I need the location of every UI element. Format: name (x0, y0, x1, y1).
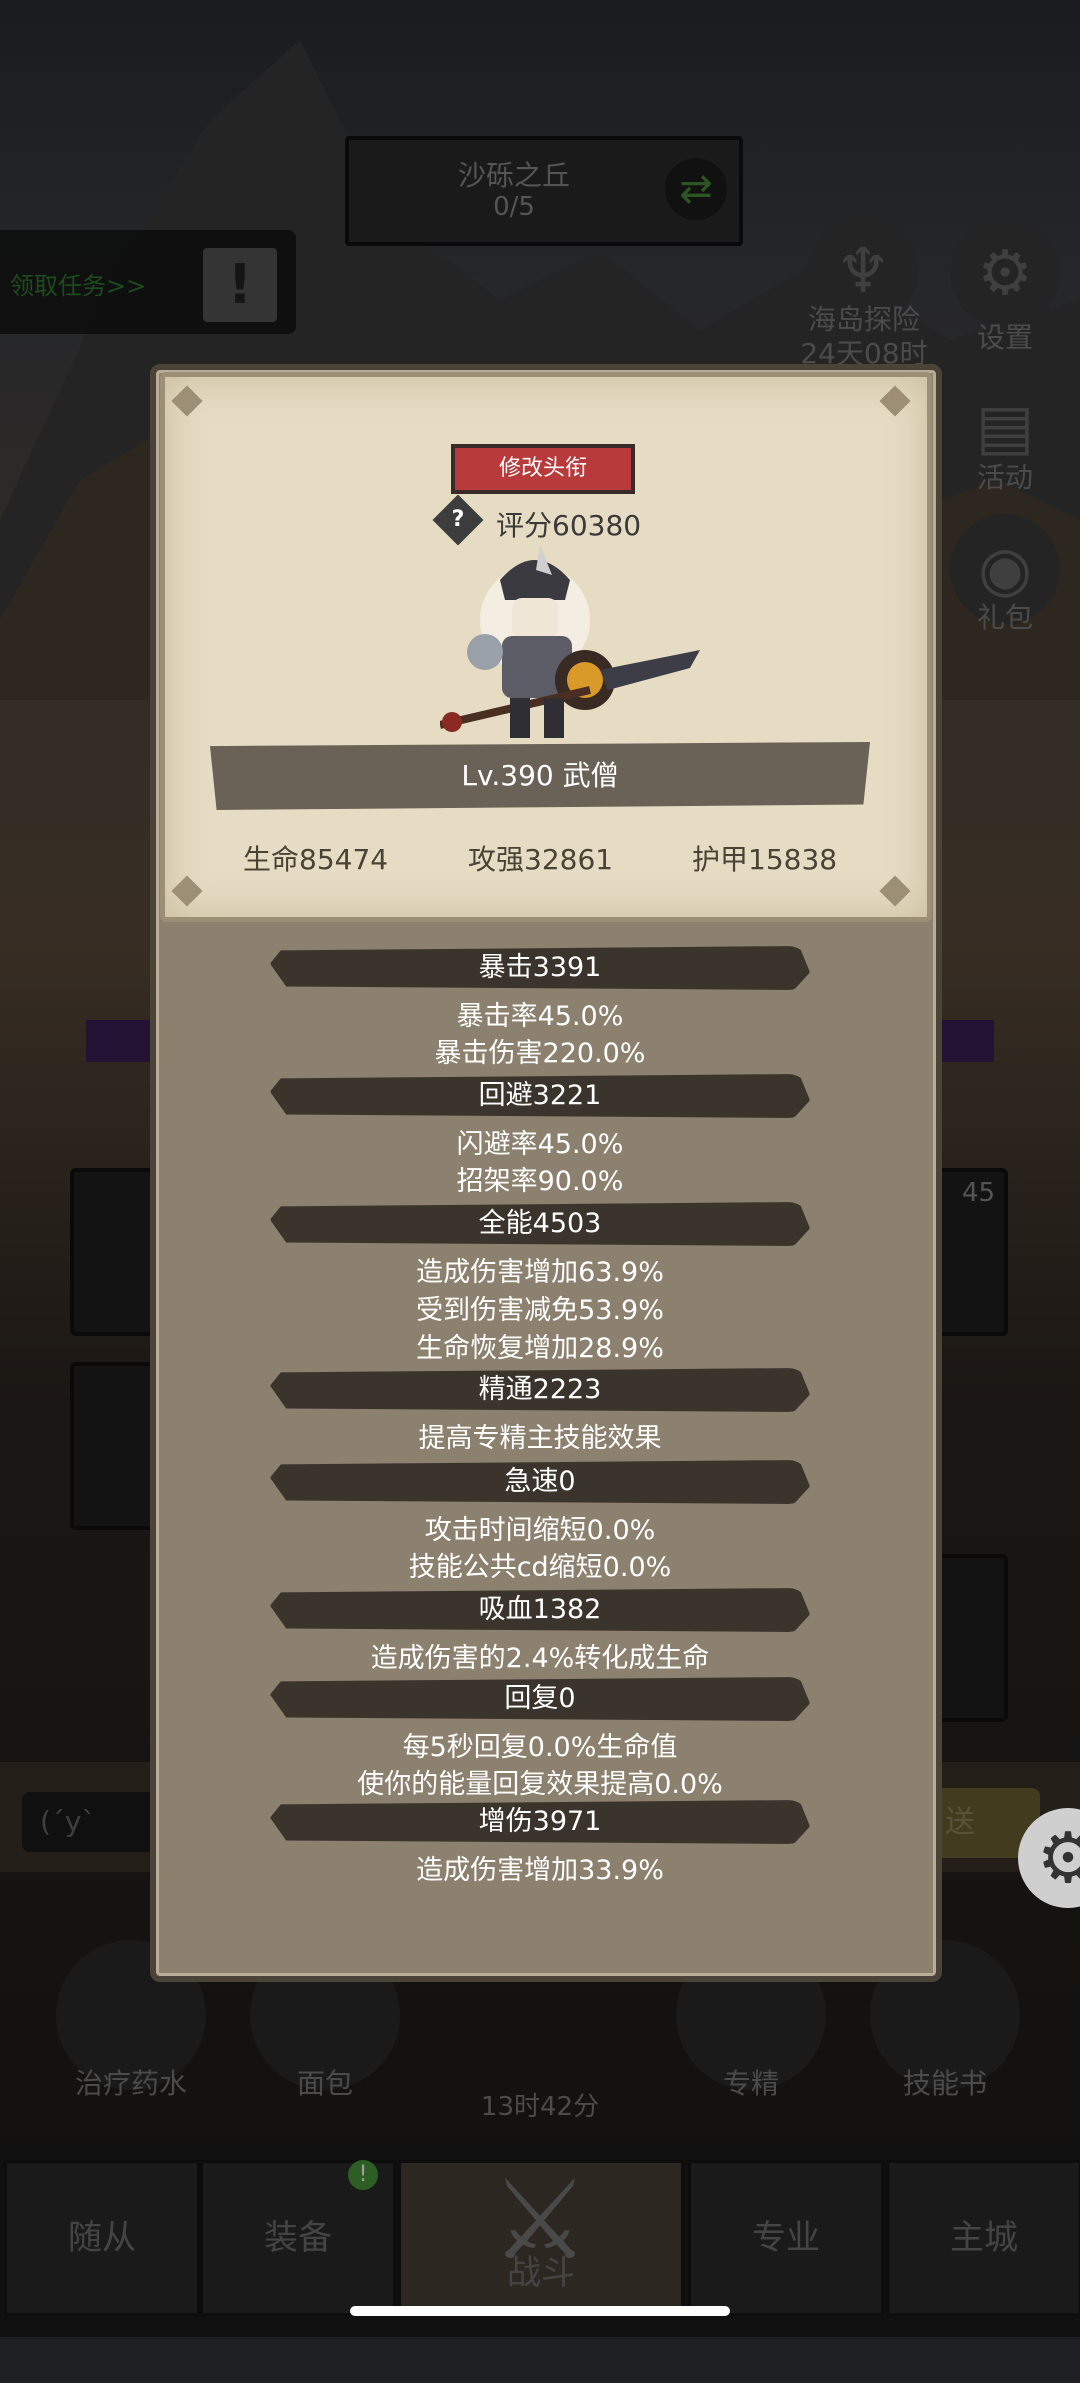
stat-line: 攻击时间缩短0.0% (424, 1515, 656, 1546)
stat-line: 每5秒回复0.0%生命值 (402, 1732, 678, 1763)
versatility-header: 全能4503 (270, 1202, 810, 1246)
hp-stat: 生命85474 (243, 843, 389, 876)
armor-stat: 护甲15838 (692, 843, 838, 876)
stat-line: 暴击率45.0% (456, 1001, 624, 1032)
haste-header: 急速0 (270, 1460, 810, 1504)
stat-line: 闪避率45.0% (456, 1129, 624, 1160)
lifesteal-header: 吸血1382 (270, 1588, 810, 1632)
stat-line: 造成伤害增加63.9% (416, 1257, 664, 1288)
change-title-button[interactable]: 修改头衔 (451, 444, 635, 494)
level-class-bar: Lv.390 武僧 (210, 742, 870, 810)
crit-header: 暴击3391 (270, 946, 810, 990)
damage-bonus-header: 增伤3971 (270, 1800, 810, 1844)
attack-stat: 攻强32861 (468, 843, 614, 876)
stat-line: 造成伤害的2.4%转化成生命 (370, 1643, 710, 1674)
hero-avatar (440, 545, 700, 738)
stat-line: 造成伤害增加33.9% (416, 1855, 664, 1886)
home-indicator[interactable] (350, 2306, 730, 2316)
stat-line: 使你的能量回复效果提高0.0% (357, 1769, 723, 1800)
stat-line: 招架率90.0% (456, 1166, 624, 1197)
avoidance-header: 回避3221 (270, 1074, 810, 1118)
stat-line: 技能公共cd缩短0.0% (408, 1552, 672, 1583)
mastery-header: 精通2223 (270, 1368, 810, 1412)
stat-line: 生命恢复增加28.9% (416, 1333, 664, 1364)
help-icon: ? (451, 507, 465, 532)
stat-line: 提高专精主技能效果 (418, 1423, 662, 1454)
regen-header: 回复0 (270, 1677, 810, 1721)
stat-line: 受到伤害减免53.9% (416, 1295, 664, 1326)
score-text: 评分60380 (496, 509, 642, 542)
stat-line: 暴击伤害220.0% (434, 1038, 646, 1069)
